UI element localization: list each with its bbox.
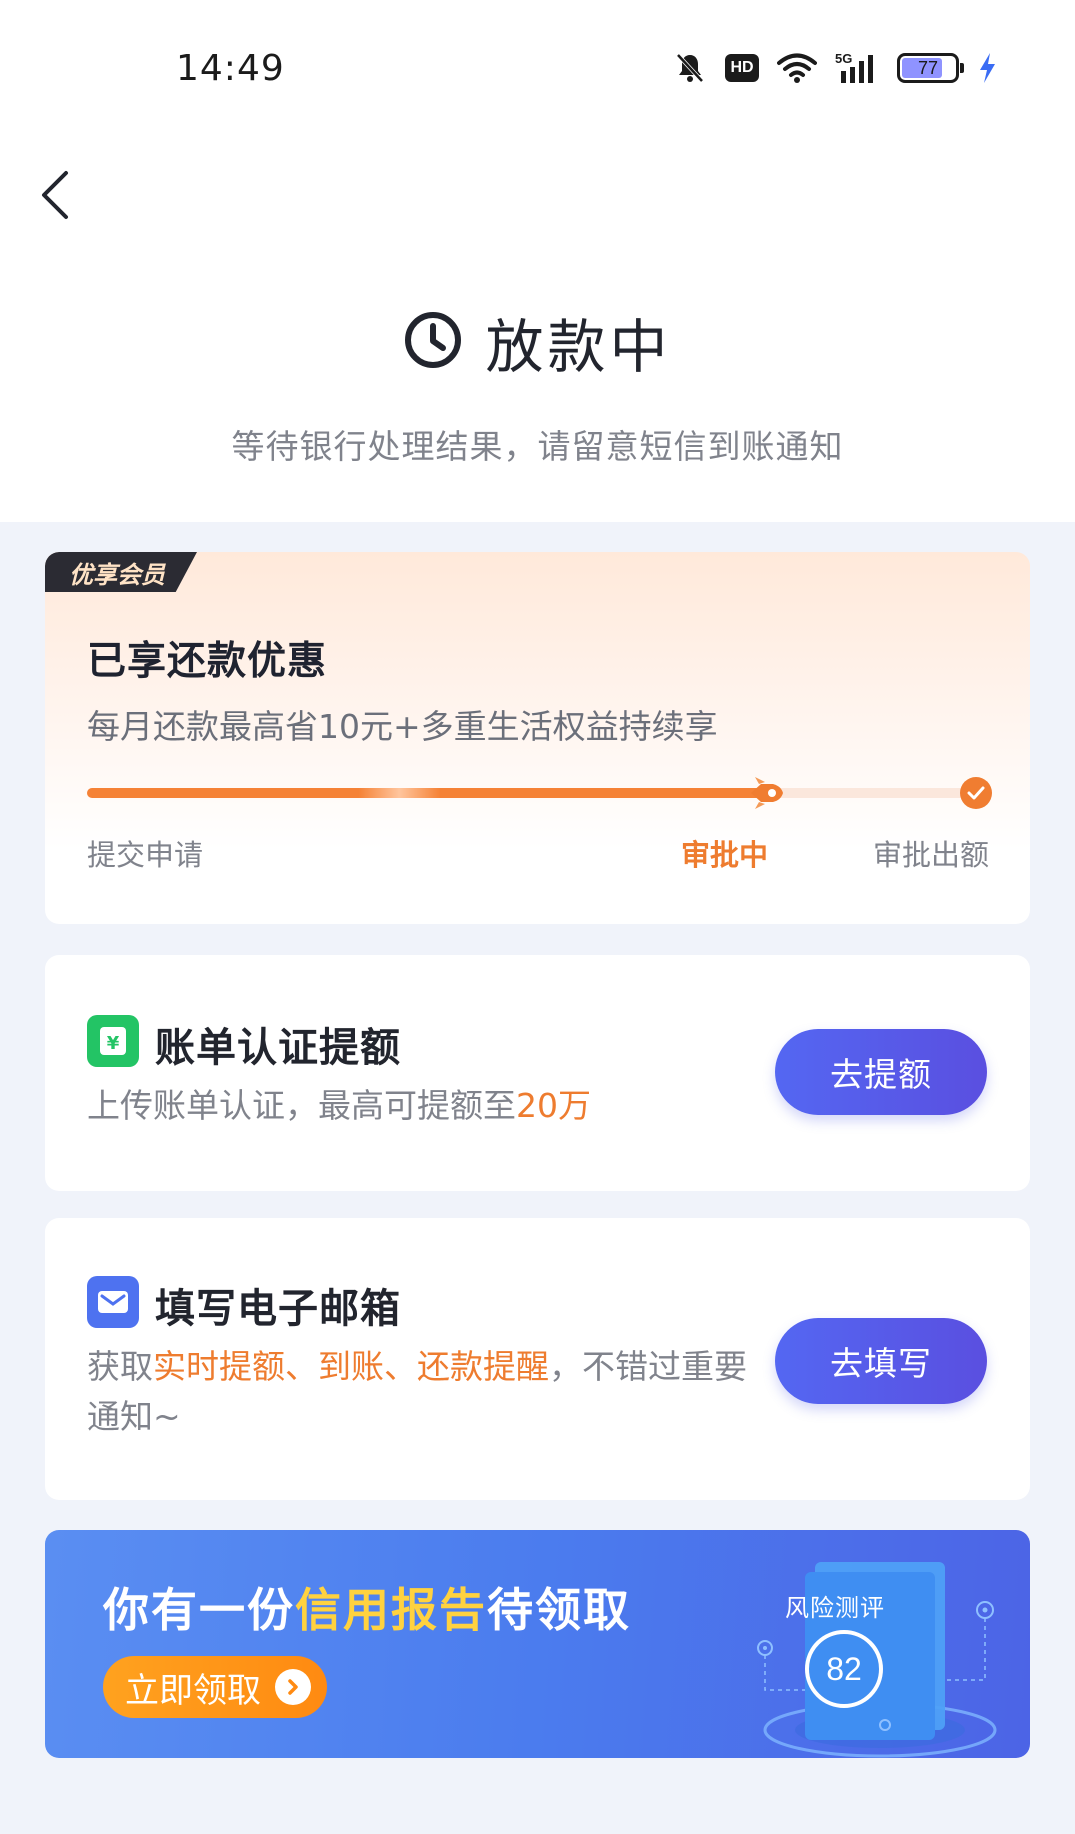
banner-title-highlight: 信用报告 <box>295 1583 487 1637</box>
bill-card-title: 账单认证提额 <box>155 1025 401 1071</box>
email-card-title: 填写电子邮箱 <box>155 1286 401 1332</box>
claim-now-label: 立即领取 <box>125 1670 261 1711</box>
page-subtitle: 等待银行处理结果，请留意短信到账通知 <box>231 427 844 466</box>
step-label-submit: 提交申请 <box>87 838 204 872</box>
back-button[interactable] <box>30 160 80 230</box>
bill-card-description: 上传账单认证，最高可提额至20万 <box>87 1081 591 1131</box>
bill-desc-highlight: 20万 <box>516 1086 591 1125</box>
wifi-icon <box>777 52 817 84</box>
network-type: 5G <box>835 51 852 66</box>
status-icons: HD 5G 77 <box>673 48 997 88</box>
page-title: 放款中 <box>485 313 672 381</box>
step-complete-check-icon <box>960 777 992 809</box>
chevron-right-icon <box>275 1669 311 1705</box>
member-benefit-card[interactable]: 优享会员 已享还款优惠 每月还款最高省10元+多重生活权益持续享 提交申请 审批… <box>45 552 1030 924</box>
member-card-description: 每月还款最高省10元+多重生活权益持续享 <box>87 707 718 746</box>
member-tag: 优享会员 <box>45 552 197 592</box>
banner-title-suffix: 待领取 <box>487 1583 631 1637</box>
yuan-bill-icon: ¥ <box>87 1015 139 1067</box>
member-card-title: 已享还款优惠 <box>87 639 328 684</box>
banner-title: 你有一份信用报告待领取 <box>103 1574 631 1640</box>
email-card: 填写电子邮箱 获取实时提额、到账、还款提醒，不错过重要通知~ 去填写 <box>45 1218 1030 1500</box>
email-card-description: 获取实时提额、到账、还款提醒，不错过重要通知~ <box>87 1342 747 1442</box>
chevron-left-icon <box>42 171 68 219</box>
approval-progress-fill <box>87 788 766 798</box>
credit-report-banner[interactable]: 你有一份信用报告待领取 立即领取 风险测评 82 <box>45 1530 1030 1758</box>
clock-icon <box>403 310 463 374</box>
battery-level: 77 <box>917 57 939 78</box>
hd-icon: HD <box>725 54 759 82</box>
email-desc-highlight: 实时提额、到账、还款提醒 <box>153 1347 549 1386</box>
cellular-signal-icon: 5G <box>835 51 879 85</box>
risk-score: 82 <box>805 1630 883 1708</box>
progress-rocket-icon <box>745 772 787 814</box>
svg-text:¥: ¥ <box>107 1033 120 1054</box>
bill-desc-text: 上传账单认证，最高可提额至 <box>87 1086 516 1125</box>
raise-limit-button[interactable]: 去提额 <box>775 1029 987 1115</box>
email-desc-text-1: 获取 <box>87 1347 153 1386</box>
banner-title-prefix: 你有一份 <box>103 1583 295 1637</box>
bill-verification-card: ¥ 账单认证提额 上传账单认证，最高可提额至20万 去提额 <box>45 955 1030 1191</box>
step-label-reviewing: 审批中 <box>681 838 769 872</box>
fill-email-button[interactable]: 去填写 <box>775 1318 987 1404</box>
risk-assessment-label: 风险测评 <box>785 1594 885 1622</box>
page-title-row: 放款中 <box>0 300 1075 384</box>
status-time: 14:49 <box>176 48 285 89</box>
mute-bell-icon <box>673 51 707 85</box>
battery-icon: 77 <box>897 53 964 83</box>
mail-icon <box>87 1276 139 1328</box>
claim-now-button[interactable]: 立即领取 <box>103 1656 327 1718</box>
step-label-approved: 审批出额 <box>873 838 990 872</box>
approval-progress-bar <box>87 777 992 809</box>
charging-bolt-icon <box>977 51 997 85</box>
